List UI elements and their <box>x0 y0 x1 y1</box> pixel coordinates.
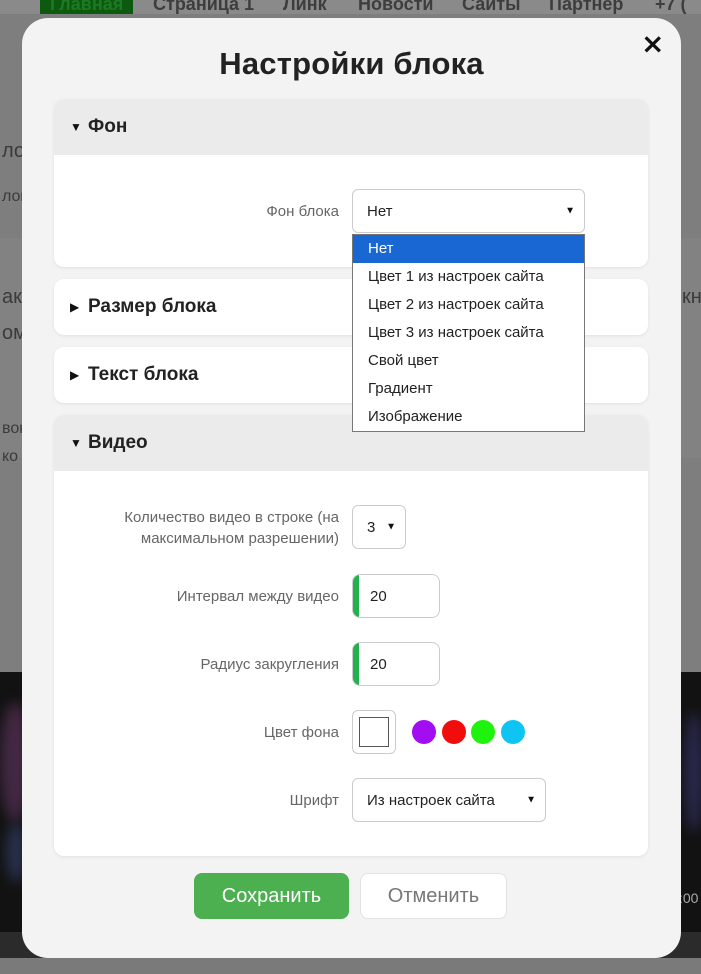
input-accent-bar <box>353 643 359 685</box>
nav-item-phone: +7 ( <box>655 0 687 14</box>
font-label: Шрифт <box>289 792 339 809</box>
modal-title: Настройки блока <box>219 46 484 81</box>
option-image[interactable]: Изображение <box>353 403 584 431</box>
color-swatch-green[interactable] <box>471 720 495 744</box>
chevron-down-icon: ▼ <box>565 205 575 217</box>
bg-text-fragment: кн <box>682 286 701 308</box>
block-background-label: Фон блока <box>266 203 339 220</box>
nav-item-home: Главная <box>40 0 134 15</box>
chevron-down-icon: ▼ <box>526 794 536 806</box>
section-text-title: Текст блока <box>88 364 199 385</box>
section-background-title: Фон <box>88 116 128 137</box>
video-count-select[interactable]: 3 ▼ <box>352 505 406 549</box>
option-custom-color[interactable]: Свой цвет <box>353 347 584 375</box>
nav-item-sites: Сайты <box>462 0 521 14</box>
video-interval-input[interactable]: 20 <box>352 574 440 618</box>
background-nav: Главная Страница 1 Линк Новости Сайты Па… <box>0 0 701 15</box>
section-size-title: Размер блока <box>88 296 217 317</box>
corner-radius-value: 20 <box>370 655 387 673</box>
bg-color-preview <box>359 717 389 747</box>
nav-item-partner: Партнер <box>549 0 624 14</box>
nav-item-link: Линк <box>283 0 327 14</box>
chevron-down-icon: ▼ <box>386 521 396 533</box>
nav-item-page1: Страница 1 <box>153 0 255 14</box>
bg-text-fragment: ак <box>2 286 22 308</box>
option-gradient[interactable]: Градиент <box>353 375 584 403</box>
color-swatch-purple[interactable] <box>412 720 436 744</box>
input-accent-bar <box>353 575 359 617</box>
corner-radius-input[interactable]: 20 <box>352 642 440 686</box>
section-background-header[interactable]: ▼ Фон <box>54 99 648 155</box>
video-count-label: Количество видео в строке (на максимальн… <box>124 509 339 547</box>
cancel-button[interactable]: Отменить <box>360 873 507 919</box>
nav-item-news: Новости <box>358 0 434 14</box>
block-background-options: Нет Цвет 1 из настроек сайта Цвет 2 из н… <box>352 234 585 432</box>
bg-video-time: :00 <box>679 890 699 906</box>
color-swatch-cyan[interactable] <box>501 720 525 744</box>
font-select-value: Из настроек сайта <box>367 791 495 809</box>
bg-color-picker[interactable] <box>352 710 396 754</box>
video-interval-value: 20 <box>370 587 387 605</box>
font-select[interactable]: Из настроек сайта ▼ <box>352 778 546 822</box>
bg-text-fragment: ко <box>2 448 19 465</box>
save-button[interactable]: Сохранить <box>194 873 349 919</box>
color-swatch-red[interactable] <box>442 720 466 744</box>
video-count-value: 3 <box>367 518 376 536</box>
option-site-color-2[interactable]: Цвет 2 из настроек сайта <box>353 291 584 319</box>
background-footer <box>0 958 701 974</box>
section-video-title: Видео <box>88 432 148 453</box>
option-site-color-3[interactable]: Цвет 3 из настроек сайта <box>353 319 584 347</box>
triangle-right-icon: ▶ <box>70 368 80 382</box>
block-background-select[interactable]: Нет ▼ <box>352 189 585 233</box>
video-interval-label: Интервал между видео <box>176 588 339 605</box>
block-background-select-value: Нет <box>367 202 393 220</box>
corner-radius-label: Радиус закругления <box>200 656 339 673</box>
triangle-down-icon: ▼ <box>70 120 82 134</box>
option-none[interactable]: Нет <box>353 235 584 263</box>
triangle-right-icon: ▶ <box>70 300 80 314</box>
bg-color-label: Цвет фона <box>263 724 339 741</box>
triangle-down-icon: ▼ <box>70 436 82 450</box>
option-site-color-1[interactable]: Цвет 1 из настроек сайта <box>353 263 584 291</box>
